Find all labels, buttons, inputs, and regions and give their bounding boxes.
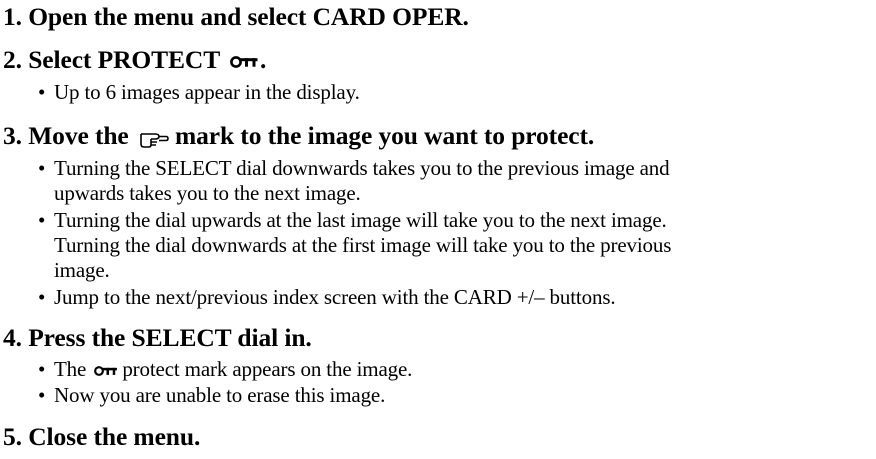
step-4-heading: 4. Press the SELECT dial in. [3,323,312,352]
list-item: • Now you are unable to erase this image. [38,383,386,407]
step-5-heading: 5. Close the menu. [3,422,201,451]
list-item: • Turning the SELECT dial downwards takes… [38,156,670,180]
step-1-heading: 1. Open the menu and select CARD OPER. [3,2,469,31]
list-item-continuation: Turning the dial downwards at the first … [54,233,672,257]
list-item-continuation: upwards takes you to the next image. [54,181,361,205]
key-icon [94,365,119,377]
step-3-heading: 3. Move the mark to the image you want t… [3,121,594,151]
key-icon [230,55,260,69]
list-item: • The protect mark appears on the image. [38,357,413,381]
step-2-heading-end: . [259,45,267,74]
instruction-document: 1. Open the menu and select CARD OPER. 2… [0,0,876,459]
list-item: • Up to 6 images appear in the display. [38,80,360,104]
step-2-heading-text: 2. Select PROTECT [3,45,220,74]
step-3-heading-text: 3. Move the [3,121,129,150]
pointing-hand-icon [139,128,169,148]
list-item: • Jump to the next/previous index screen … [38,285,616,309]
step-2-heading: 2. Select PROTECT . [3,45,266,75]
list-item: • Turning the dial upwards at the last im… [38,208,667,232]
step-3-heading-rest: mark to the image you want to protect. [174,121,595,150]
list-item-continuation: image. [54,258,110,282]
